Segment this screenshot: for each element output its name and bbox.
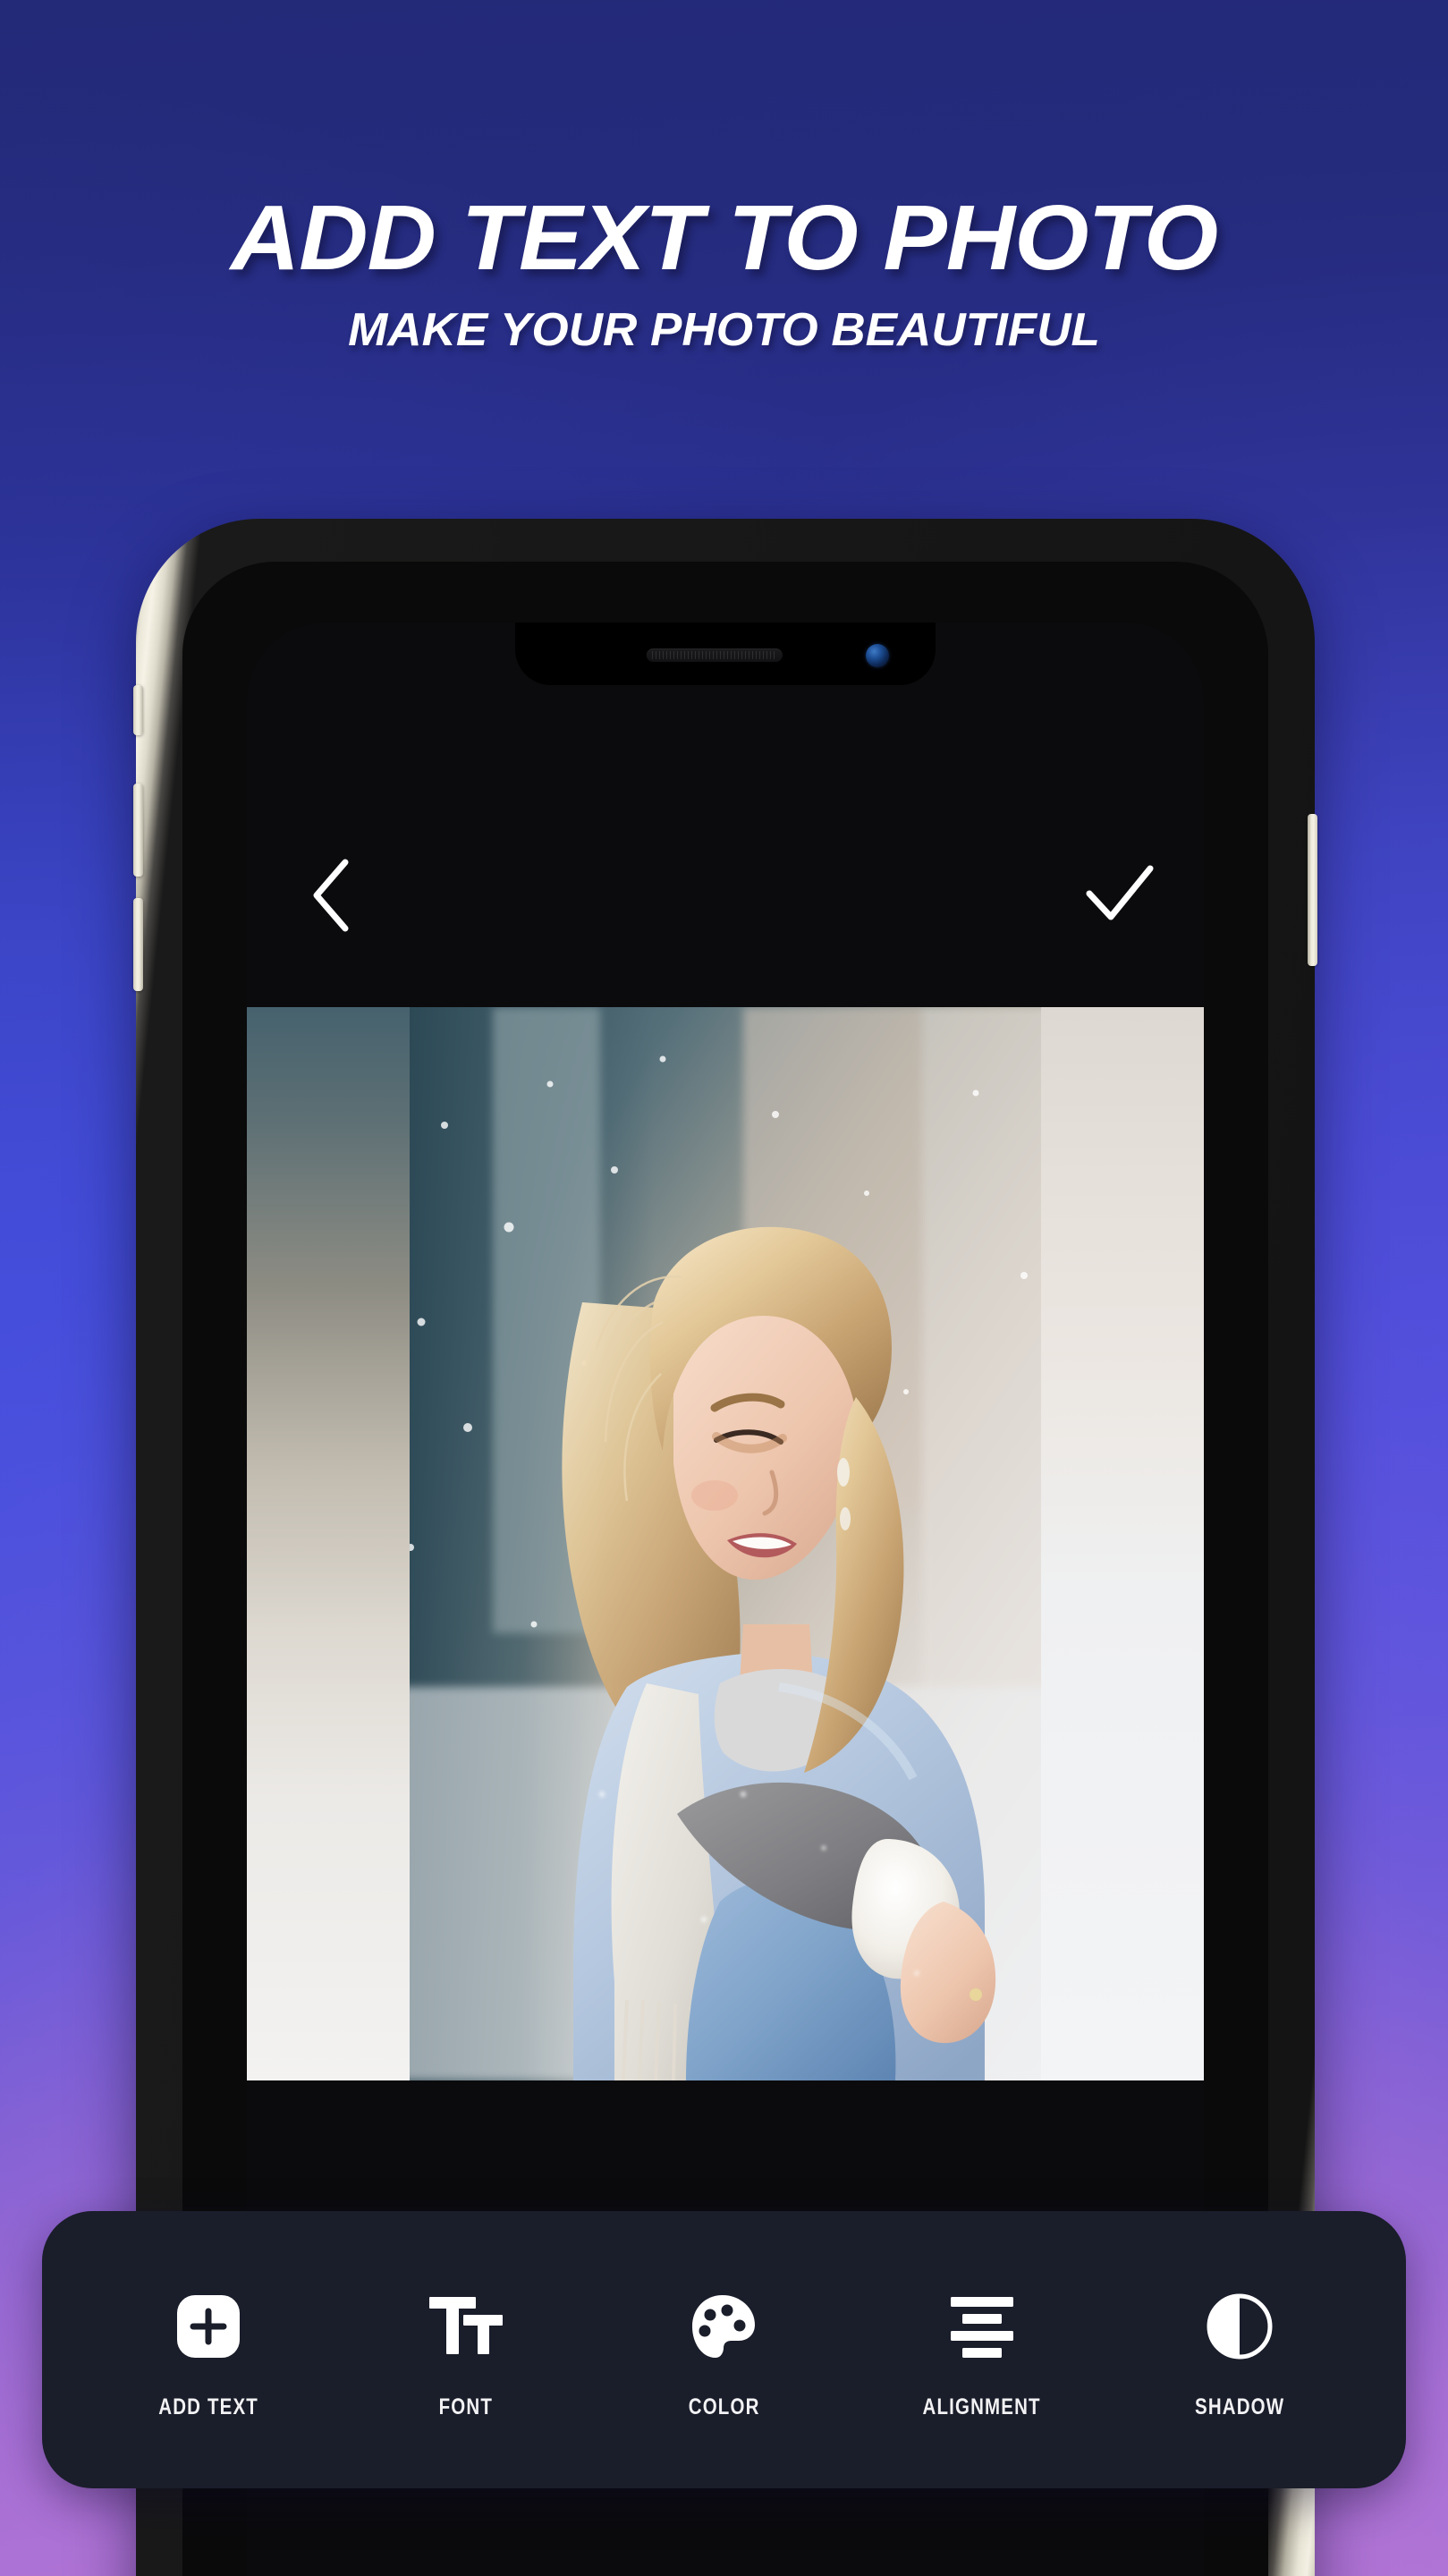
promo-page: ADD TEXT TO PHOTO MAKE YOUR PHOTO BEAUTI…	[0, 0, 1448, 2576]
tool-font[interactable]: FONT	[368, 2280, 564, 2420]
tool-add-text[interactable]: ADD TEXT	[110, 2280, 307, 2420]
font-size-tt-icon	[428, 2280, 504, 2373]
tool-color[interactable]: COLOR	[625, 2280, 822, 2420]
tool-color-label: COLOR	[688, 2394, 760, 2419]
volume-down-button[interactable]	[133, 898, 143, 991]
tool-add-text-label: ADD TEXT	[158, 2394, 258, 2419]
tool-alignment[interactable]: ALIGNMENT	[884, 2280, 1080, 2420]
tool-font-label: FONT	[439, 2394, 494, 2419]
promo-headline: ADD TEXT TO PHOTO	[230, 186, 1218, 289]
phone-notch	[515, 623, 936, 685]
back-button[interactable]	[290, 854, 372, 936]
promo-headline-block: ADD TEXT TO PHOTO MAKE YOUR PHOTO BEAUTI…	[0, 191, 1448, 353]
power-button[interactable]	[1308, 814, 1317, 966]
earpiece-speaker-icon	[646, 648, 783, 662]
mute-switch[interactable]	[133, 685, 143, 735]
front-camera-icon	[866, 644, 889, 667]
add-text-plus-icon	[175, 2280, 241, 2373]
color-palette-icon	[689, 2280, 758, 2373]
confirm-button[interactable]	[1079, 854, 1161, 936]
canvas-side-fill-right	[1041, 1007, 1204, 2080]
tool-shadow-label: SHADOW	[1194, 2394, 1284, 2419]
tool-alignment-label: ALIGNMENT	[922, 2394, 1041, 2419]
app-nav-row	[247, 846, 1204, 945]
editor-toolbar: ADD TEXT FONT COLOR ALIGNMENT SHADOW	[42, 2211, 1406, 2488]
canvas-side-fill-left	[247, 1007, 410, 2080]
promo-subheadline: MAKE YOUR PHOTO BEAUTIFUL	[348, 304, 1100, 356]
canvas-photo	[410, 1007, 1041, 2080]
tool-shadow[interactable]: SHADOW	[1141, 2280, 1338, 2420]
volume-up-button[interactable]	[133, 784, 143, 877]
align-center-icon	[949, 2280, 1015, 2373]
shadow-half-circle-icon	[1206, 2280, 1274, 2373]
photo-canvas[interactable]	[247, 1007, 1204, 2080]
